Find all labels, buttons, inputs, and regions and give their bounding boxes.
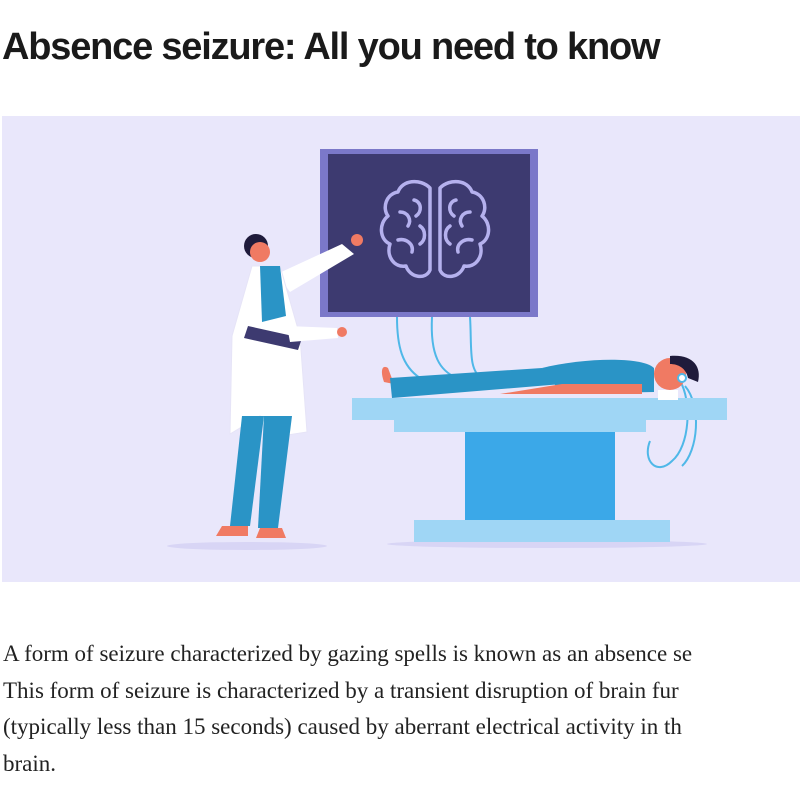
exam-table bbox=[352, 398, 727, 542]
paragraph-line: This form of seizure is characterized by… bbox=[3, 677, 679, 703]
patient bbox=[381, 355, 699, 400]
paragraph-line: (typically less than 15 seconds) caused … bbox=[3, 714, 682, 739]
paragraph-line: A form of seizure characterized by gazin… bbox=[3, 641, 693, 666]
page-title: Absence seizure: All you need to know bbox=[2, 26, 661, 68]
monitor bbox=[320, 149, 538, 317]
article-paragraph: A form of seizure characterized by gazin… bbox=[3, 636, 800, 782]
hero-illustration bbox=[2, 116, 800, 582]
paragraph-line: brain. bbox=[3, 750, 57, 776]
floor-shadow bbox=[167, 542, 327, 550]
